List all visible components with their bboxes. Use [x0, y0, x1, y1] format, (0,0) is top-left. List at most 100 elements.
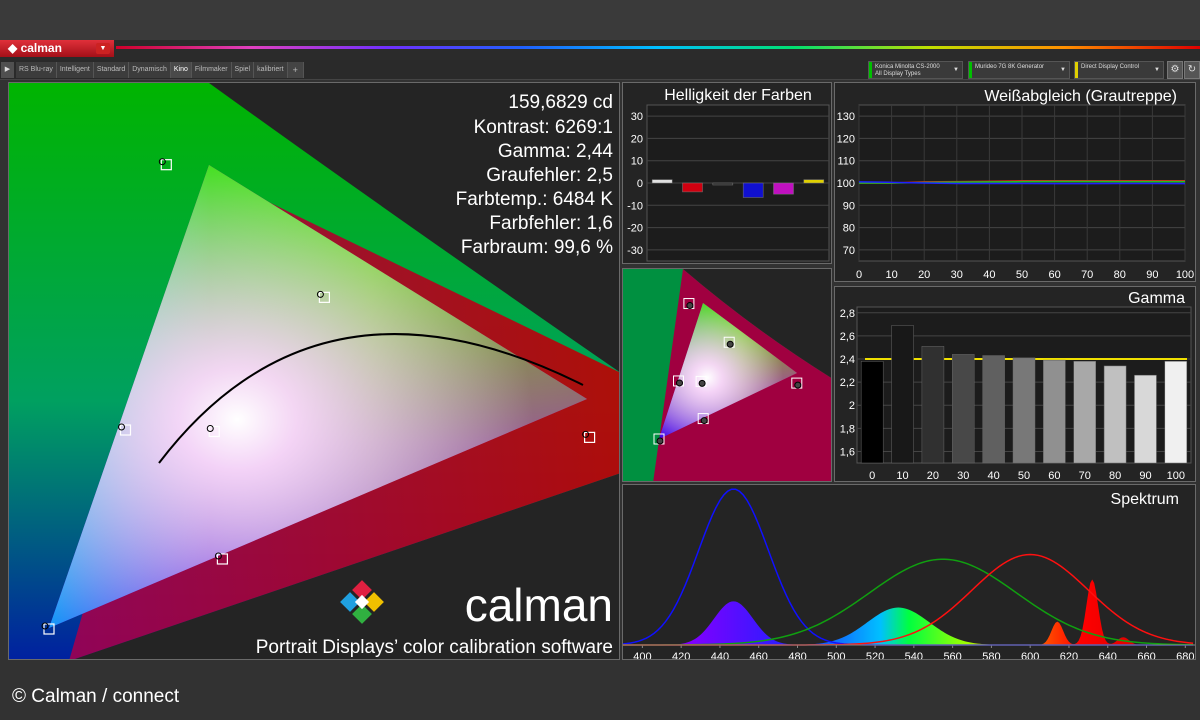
device-type: All Display Types — [875, 71, 921, 77]
tab-intelligent[interactable]: Intelligent — [56, 62, 94, 78]
menu-bar — [0, 40, 1200, 60]
tick-label: 80 — [1114, 269, 1126, 281]
display-control-selector[interactable]: Direct Display Control ▼ — [1074, 61, 1164, 79]
stat-line: Farbraum: 99,6 % — [461, 237, 613, 258]
tab-filmmaker[interactable]: Filmmaker — [191, 62, 232, 78]
bar-40 — [982, 355, 1005, 464]
tick-label: 460 — [750, 651, 768, 660]
device-name: Direct Display Control — [1081, 64, 1140, 70]
tick-label: 30 — [951, 269, 963, 281]
chevron-down-icon[interactable]: ▼ — [953, 67, 959, 74]
tab-standard[interactable]: Standard — [93, 62, 130, 78]
tick-label: 90 — [1139, 470, 1151, 482]
bar-green — [712, 182, 734, 186]
bar-30 — [952, 354, 975, 464]
bar-0 — [860, 361, 884, 464]
refresh-icon[interactable]: ↻ — [1184, 61, 1200, 79]
tick-label: 1,6 — [840, 446, 855, 458]
tick-label: 2,2 — [840, 377, 855, 389]
tab-kino[interactable]: Kino — [170, 62, 192, 78]
stat-line: Farbtemp.: 6484 K — [456, 189, 614, 210]
stat-line: Farbfehler: 1,6 — [489, 213, 613, 234]
tick-label: 50 — [1016, 269, 1028, 281]
measured-marker-blue — [656, 437, 664, 445]
tick-label: 80 — [843, 223, 855, 235]
window-titlebar — [0, 0, 1200, 40]
tick-label: 560 — [943, 651, 961, 660]
chart-title: Gamma — [1128, 290, 1185, 307]
tick-label: 0 — [869, 470, 875, 482]
tab-dynamisch[interactable]: Dynamisch — [129, 62, 171, 78]
bar-50 — [1012, 357, 1036, 464]
chevron-down-icon[interactable]: ▼ — [1060, 67, 1066, 74]
meter-selector[interactable]: Konica Minolta CS-2000 All Display Types… — [868, 61, 963, 79]
calman-logo-mark — [340, 580, 384, 624]
cie-small-panel — [622, 268, 832, 482]
tick-label: 10 — [631, 156, 643, 168]
tick-label: 40 — [988, 470, 1000, 482]
measured-marker-red — [794, 381, 802, 389]
tick-label: 1,8 — [840, 423, 855, 435]
status-bar — [869, 62, 872, 78]
gamma-panel: Gamma 2,8 2,6 2,4 2,2 2 1,8 1,6 0 10 20 30 40 50 60 70 8… — [834, 286, 1196, 482]
bar-60 — [1043, 359, 1066, 464]
stat-line: 159,6829 cd — [508, 92, 613, 113]
measured-marker-white — [698, 379, 706, 387]
device-name: Murideo 7G 8K Generator — [975, 64, 1045, 70]
status-bar — [1075, 62, 1078, 78]
tab-rs-blu-ray[interactable]: RS Blu-ray — [16, 62, 57, 78]
stat-line: Graufehler: 2,5 — [486, 165, 613, 186]
chart-title: Helligkeit der Farben — [664, 87, 812, 104]
workflow-tabs: RS Blu-ray Intelligent Standard Dynamisch Ki… — [16, 62, 304, 78]
tick-label: 620 — [1060, 651, 1078, 660]
calman-menu-button[interactable]: ◆ calman ▼ — [0, 40, 114, 57]
tick-label: 100 — [1167, 470, 1185, 482]
tick-label: 400 — [633, 651, 651, 660]
tick-label: 640 — [1099, 651, 1117, 660]
device-name: Konica Minolta CS-2000 — [875, 64, 940, 70]
tick-label: 100 — [837, 178, 855, 190]
status-bar — [969, 62, 972, 78]
tick-label: 480 — [788, 651, 806, 660]
bar-white — [651, 179, 673, 184]
nav-left-icon[interactable]: ▶ — [1, 62, 14, 78]
tick-label: 90 — [1146, 269, 1158, 281]
brand-wordmark: calman — [465, 579, 613, 631]
measured-marker-magenta — [700, 417, 708, 425]
tick-label: 30 — [631, 111, 643, 123]
tick-label: 680 — [1176, 651, 1194, 660]
photo-credit: © Calman / connect — [12, 686, 180, 707]
tick-label: 10 — [885, 269, 897, 281]
tick-label: 2 — [849, 400, 855, 412]
tick-label: 580 — [982, 651, 1000, 660]
bar-80 — [1103, 365, 1127, 464]
spectrum-panel: Spektrum 400 420 440 460 480 500 520 540 560 580 60… — [622, 484, 1196, 660]
tick-label: 500 — [827, 651, 845, 660]
bar-20 — [921, 346, 945, 464]
brand-tagline: Portrait Displays’ color calibration sof… — [256, 637, 613, 658]
generator-selector[interactable]: Murideo 7G 8K Generator ▼ — [968, 61, 1070, 79]
bar-blue — [742, 182, 764, 198]
tab-spiel[interactable]: Spiel — [231, 62, 255, 78]
tick-label: 2,4 — [840, 354, 855, 366]
tick-label: 600 — [1021, 651, 1039, 660]
white-balance-chart: Weißabgleich (Grautreppe)130120110100908… — [837, 88, 1195, 281]
color-luminance-chart: Helligkeit der Farben 30 20 10 0 -10 -20 -30 — [627, 87, 830, 262]
tick-label: 20 — [927, 470, 939, 482]
tick-label: 20 — [631, 133, 643, 145]
tick-label: -20 — [627, 223, 643, 235]
tab-kalibriert[interactable]: kalibriert — [254, 62, 288, 78]
tick-label: 2,8 — [840, 308, 855, 320]
tick-label: 110 — [837, 156, 855, 168]
chevron-down-icon[interactable]: ▼ — [96, 43, 110, 54]
tick-label: -10 — [627, 200, 643, 212]
chart-title: Spektrum — [1111, 491, 1179, 508]
diamond-icon: ◆ — [8, 41, 21, 55]
stats-group: 159,6829 cd Kontrast: 6269:1 Gamma: 2,44… — [456, 92, 614, 258]
tick-label: 70 — [1079, 470, 1091, 482]
tick-label: 70 — [1081, 269, 1093, 281]
settings-gear-icon[interactable]: ⚙ — [1167, 61, 1183, 79]
add-tab-button[interactable]: + — [287, 62, 304, 78]
bar-90 — [1134, 374, 1157, 464]
chevron-down-icon[interactable]: ▼ — [1154, 67, 1160, 74]
